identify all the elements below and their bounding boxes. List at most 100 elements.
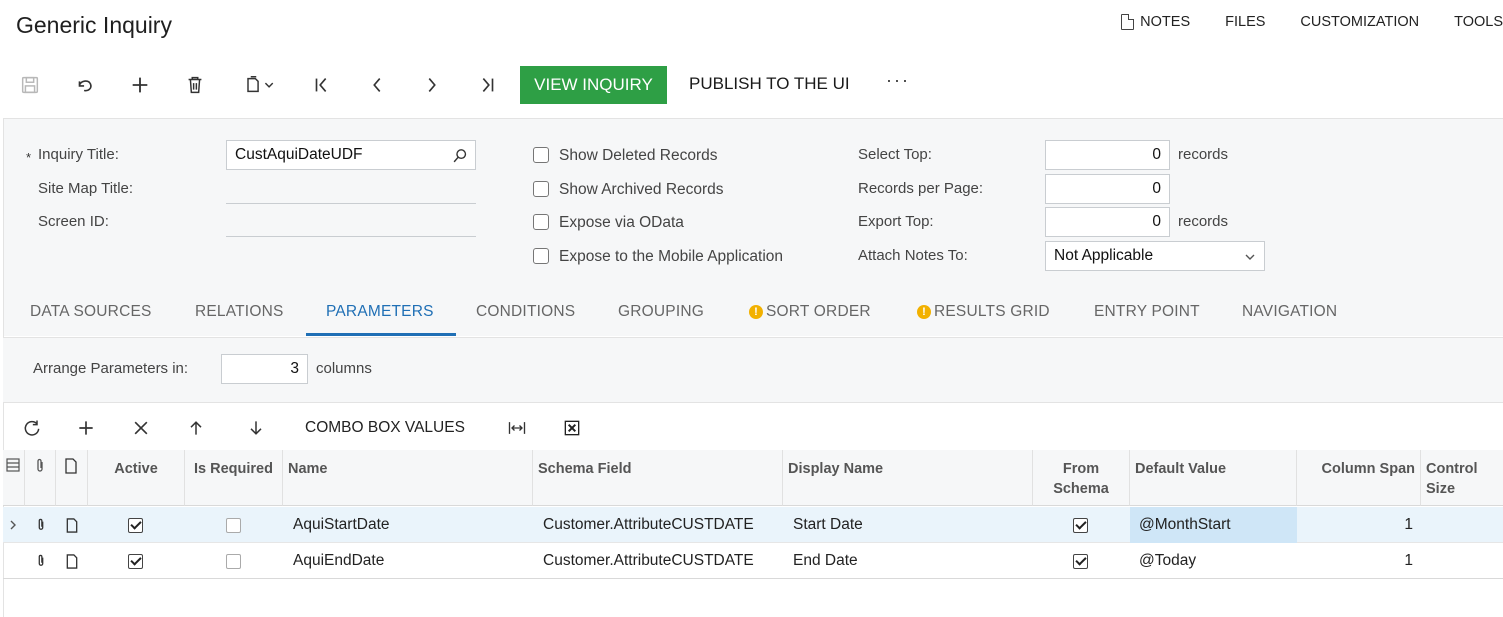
is-required-checkbox[interactable] (226, 543, 241, 579)
delete-row-icon[interactable] (127, 414, 155, 442)
chevron-down-icon (1245, 254, 1255, 260)
is-required-column-header[interactable]: Is Required (185, 450, 283, 506)
tab-navigation[interactable]: NAVIGATION (1242, 303, 1337, 321)
active-tab-indicator (306, 333, 456, 336)
select-top-value: 0 (1152, 146, 1161, 163)
refresh-icon[interactable] (18, 414, 46, 442)
export-excel-icon[interactable] (558, 414, 586, 442)
row-selector-header[interactable] (3, 450, 25, 506)
tab-sort-order[interactable]: ! SORT ORDER (749, 303, 871, 321)
note-icon[interactable] (66, 543, 78, 579)
screen-id-field[interactable] (226, 236, 476, 237)
column-config-icon[interactable] (6, 458, 20, 472)
copy-paste-icon[interactable] (235, 68, 283, 102)
from-schema-checkbox[interactable] (1073, 543, 1088, 579)
control-size-column-header[interactable]: Control Size (1421, 450, 1503, 506)
arrange-label: Arrange Parameters in: (33, 360, 189, 377)
combo-box-values-button[interactable]: COMBO BOX VALUES (305, 419, 465, 437)
column-span-column-header[interactable]: Column Span (1297, 450, 1421, 506)
tab-relations[interactable]: RELATIONS (195, 303, 284, 321)
inquiry-title-value: CustAquiDateUDF (235, 146, 363, 163)
warning-icon: ! (917, 305, 931, 319)
is-required-checkbox[interactable] (226, 507, 241, 543)
select-top-unit: records (1178, 146, 1229, 163)
save-icon[interactable] (13, 68, 47, 102)
tab-data-sources[interactable]: DATA SOURCES (30, 303, 152, 321)
site-map-title-field[interactable] (226, 203, 476, 204)
schema-field[interactable]: Customer.AttributeCUSTDATE (543, 543, 754, 579)
warning-icon: ! (749, 305, 763, 319)
note-icon[interactable] (66, 507, 78, 543)
schema-field[interactable]: Customer.AttributeCUSTDATE (543, 507, 754, 543)
arrange-columns-value: 3 (290, 360, 299, 377)
export-top-field[interactable]: 0 (1045, 207, 1170, 237)
from-schema-column-header[interactable]: From Schema (1033, 450, 1130, 506)
previous-record-icon[interactable] (360, 68, 394, 102)
param-name[interactable]: AquiStartDate (293, 507, 390, 543)
delete-icon[interactable] (178, 68, 212, 102)
column-span[interactable]: 1 (1297, 507, 1413, 543)
paperclip-icon[interactable] (35, 507, 47, 543)
page-title: Generic Inquiry (16, 12, 172, 38)
fit-columns-icon[interactable] (503, 414, 531, 442)
last-record-icon[interactable] (470, 68, 504, 102)
note-icon (65, 458, 77, 474)
table-row[interactable]: AquiStartDate Customer.AttributeCUSTDATE… (3, 507, 1503, 543)
tab-parameters[interactable]: PARAMETERS (326, 303, 434, 321)
next-record-icon[interactable] (415, 68, 449, 102)
customization-link[interactable]: CUSTOMIZATION (1300, 14, 1419, 30)
column-span[interactable]: 1 (1297, 543, 1413, 579)
required-marker: * (26, 150, 32, 165)
show-deleted-checkbox[interactable] (533, 147, 549, 163)
publish-to-ui-button[interactable]: PUBLISH TO THE UI (689, 74, 850, 94)
active-checkbox[interactable] (128, 507, 143, 543)
files-link[interactable]: FILES (1225, 14, 1265, 30)
notes-link[interactable]: NOTES (1121, 14, 1190, 30)
view-inquiry-button[interactable]: VIEW INQUIRY (520, 66, 667, 104)
table-row[interactable]: AquiEndDate Customer.AttributeCUSTDATE E… (3, 543, 1503, 579)
display-name[interactable]: Start Date (793, 507, 863, 543)
tab-entry-point[interactable]: ENTRY POINT (1094, 303, 1200, 321)
display-name[interactable]: End Date (793, 543, 858, 579)
search-icon[interactable] (452, 147, 469, 164)
add-row-icon[interactable] (72, 414, 100, 442)
attach-notes-label: Attach Notes To: (858, 247, 968, 264)
move-down-icon[interactable] (242, 414, 270, 442)
default-value-column-header[interactable]: Default Value (1130, 450, 1297, 506)
display-name-column-header[interactable]: Display Name (783, 450, 1033, 506)
attach-notes-select[interactable]: Not Applicable (1045, 241, 1265, 271)
default-value[interactable]: @MonthStart (1130, 507, 1297, 543)
expose-mobile-checkbox[interactable] (533, 248, 549, 264)
undo-icon[interactable] (68, 68, 102, 102)
move-up-icon[interactable] (182, 414, 210, 442)
screen-id-label: Screen ID: (38, 213, 109, 230)
name-column-header[interactable]: Name (283, 450, 533, 506)
tab-grouping[interactable]: GROUPING (618, 303, 704, 321)
schema-field-column-header[interactable]: Schema Field (533, 450, 783, 506)
expose-mobile-label: Expose to the Mobile Application (559, 248, 784, 265)
param-name[interactable]: AquiEndDate (293, 543, 384, 579)
active-checkbox[interactable] (128, 543, 143, 579)
default-value[interactable]: @Today (1139, 543, 1196, 579)
paperclip-icon[interactable] (35, 543, 47, 579)
select-top-field[interactable]: 0 (1045, 140, 1170, 170)
tab-results-grid[interactable]: ! RESULTS GRID (917, 303, 1050, 321)
inquiry-title-label: Inquiry Title: (38, 146, 119, 163)
show-archived-checkbox[interactable] (533, 181, 549, 197)
add-icon[interactable] (123, 68, 157, 102)
tab-conditions[interactable]: CONDITIONS (476, 303, 575, 321)
attachments-header (25, 450, 56, 506)
site-map-title-label: Site Map Title: (38, 180, 134, 197)
tab-results-grid-label: RESULTS GRID (934, 303, 1050, 320)
active-column-header[interactable]: Active (88, 450, 185, 506)
more-actions-button[interactable]: ··· (886, 70, 910, 91)
from-schema-checkbox[interactable] (1073, 507, 1088, 543)
export-top-label: Export Top: (858, 213, 934, 230)
tools-link[interactable]: TOOLS (1454, 14, 1503, 30)
expose-odata-checkbox[interactable] (533, 214, 549, 230)
records-per-page-field[interactable]: 0 (1045, 174, 1170, 204)
arrange-columns-field[interactable]: 3 (221, 354, 308, 384)
tab-sort-order-label: SORT ORDER (766, 303, 871, 320)
inquiry-title-field[interactable]: CustAquiDateUDF (226, 140, 476, 170)
first-record-icon[interactable] (305, 68, 339, 102)
